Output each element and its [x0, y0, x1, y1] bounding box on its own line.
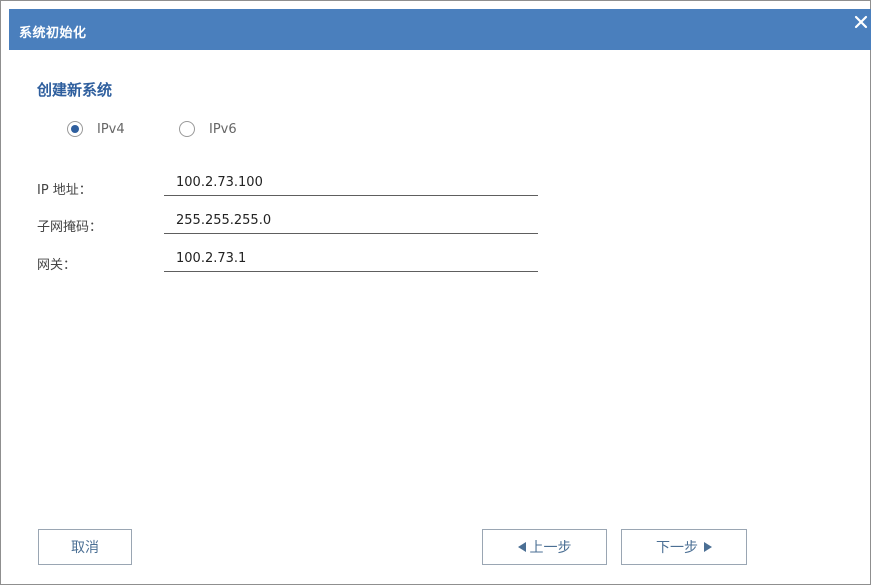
radio-ipv4-indicator[interactable]	[67, 121, 83, 137]
next-step-button[interactable]: 下一步	[621, 529, 747, 565]
next-step-label: 下一步	[656, 540, 698, 556]
system-init-dialog: 系统初始化 创建新系统 IPv4 IPv6 IP 地址： 100.2.73.10…	[0, 0, 871, 585]
cancel-button-label: 取消	[71, 540, 99, 556]
subnet-mask-field[interactable]: 255.255.255.0	[164, 210, 538, 234]
radio-ipv6[interactable]: IPv6	[179, 121, 237, 137]
subnet-mask-label: 子网掩码：	[37, 220, 103, 235]
gateway-label: 网关：	[37, 258, 77, 273]
arrow-left-icon	[517, 542, 526, 552]
arrow-right-icon	[704, 542, 712, 552]
gateway-field[interactable]: 100.2.73.1	[164, 248, 538, 272]
ip-address-field[interactable]: 100.2.73.100	[164, 172, 538, 196]
previous-step-button[interactable]: 上一步	[482, 529, 607, 565]
dialog-titlebar: 系统初始化	[9, 9, 871, 50]
radio-ipv4-label: IPv4	[97, 121, 125, 137]
ip-address-label: IP 地址：	[37, 183, 92, 198]
section-title: 创建新系统	[37, 81, 113, 99]
radio-ipv6-label: IPv6	[209, 121, 237, 137]
dialog-title: 系统初始化	[19, 26, 87, 41]
radio-ipv6-indicator[interactable]	[179, 121, 195, 137]
radio-ipv4[interactable]: IPv4	[67, 121, 125, 137]
cancel-button[interactable]: 取消	[38, 529, 132, 565]
previous-step-label: 上一步	[529, 540, 572, 556]
close-icon[interactable]	[852, 13, 870, 31]
